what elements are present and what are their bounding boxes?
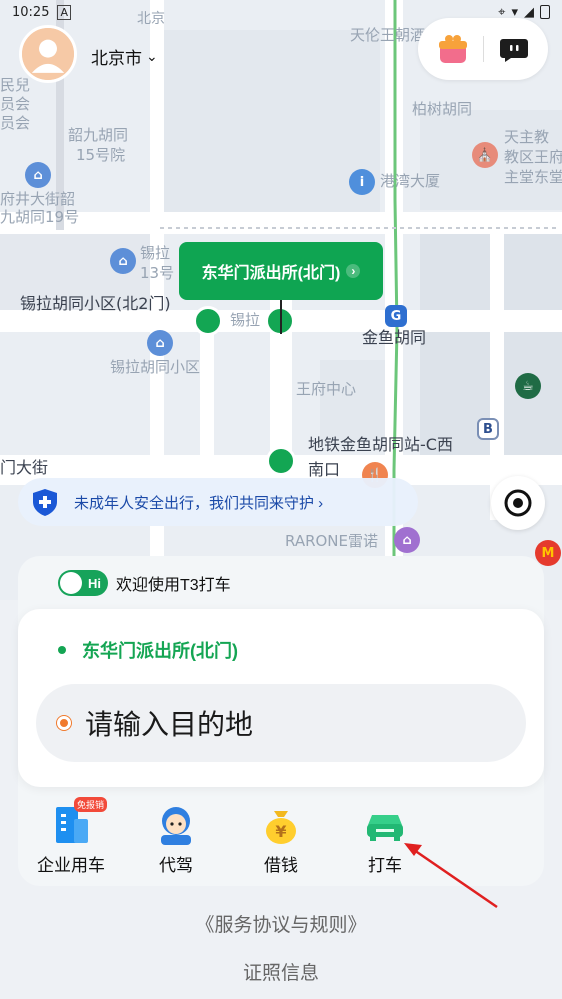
pickup-address: 东华门派出所(北门): [82, 641, 238, 661]
pickup-row[interactable]: 东华门派出所(北门): [58, 637, 238, 663]
pickup-point[interactable]: [193, 306, 223, 336]
route-card: 东华门派出所(北门) 请输入目的地: [18, 609, 544, 787]
destination-placeholder: 请输入目的地: [85, 709, 254, 740]
license-info-link[interactable]: 证照信息: [0, 958, 562, 985]
map-label: 王府中心: [296, 380, 357, 398]
bus-icon[interactable]: B: [477, 418, 499, 440]
chevron-right-icon: ›: [346, 264, 361, 278]
service-enterprise-car[interactable]: 免报销 企业用车: [26, 797, 116, 876]
destination-input[interactable]: 请输入目的地: [36, 684, 526, 762]
poi-icon[interactable]: ⌂: [147, 330, 173, 356]
service-bar: 免报销 企业用车 代驾 ¥ 借钱 打车: [18, 797, 544, 881]
money-bag-icon: ¥: [258, 801, 304, 847]
map-label: 港湾大厦: [380, 172, 441, 190]
church-icon[interactable]: ⛪: [472, 142, 498, 168]
welcome-row: Hi 欢迎使用T3打车: [58, 570, 231, 596]
locate-icon: [504, 489, 532, 517]
pickup-location-bubble[interactable]: 东华门派出所(北门) ›: [179, 242, 383, 300]
service-label: 企业用车: [37, 856, 105, 875]
pickup-pin-stem: [280, 300, 282, 334]
chevron-down-icon: ⌄: [146, 48, 158, 64]
divider: [483, 36, 485, 62]
notification-icon: A: [57, 4, 71, 20]
hi-badge-text: Hi: [88, 575, 101, 591]
map-label: 锡拉: [140, 244, 171, 262]
map-label: 韶九胡同: [68, 126, 129, 144]
map-label: 教区王府: [504, 148, 562, 166]
top-actions: [418, 18, 548, 80]
map-label: 锡拉胡同小区(北2门): [20, 294, 171, 313]
wifi-icon: ▾: [511, 4, 518, 20]
map-label: 南口: [308, 460, 341, 479]
hi-badge: Hi: [58, 570, 108, 596]
city-name: 北京市: [91, 49, 142, 68]
safety-banner-text: 未成年人安全出行，我们共同来守护 ›: [74, 494, 324, 512]
pickup-point[interactable]: [266, 446, 296, 476]
safety-banner[interactable]: 未成年人安全出行，我们共同来守护 ›: [18, 478, 418, 526]
map-label: RARONE雷诺: [285, 532, 379, 550]
map-label: 金鱼胡同: [362, 328, 427, 347]
battery-icon: [540, 5, 550, 19]
signal-icon: ◢: [524, 4, 534, 20]
service-designated-driver[interactable]: 代驾: [131, 801, 221, 876]
free-reimburse-badge: 免报销: [74, 797, 108, 812]
welcome-text: 欢迎使用T3打车: [116, 577, 231, 594]
map-label: 13号: [140, 264, 175, 282]
map-label: 柏树胡同: [412, 100, 473, 118]
map-label: 锡拉胡同小区: [110, 358, 201, 376]
user-avatar[interactable]: [19, 25, 77, 83]
booking-panel: Hi 欢迎使用T3打车 东华门派出所(北门) 请输入目的地 免报销 企业用车 代…: [18, 556, 544, 886]
chat-icon[interactable]: [499, 34, 529, 64]
map-label: 员会: [0, 114, 31, 132]
enterprise-car-icon: 免报销: [48, 797, 108, 847]
avatar-icon: [22, 28, 74, 80]
poi-icon[interactable]: ⌂: [110, 248, 136, 274]
map-label: 府井大街韶: [0, 190, 76, 208]
location-icon: ⌖: [498, 4, 506, 20]
taxi-car-icon: [362, 801, 408, 847]
designated-driver-icon: [153, 801, 199, 847]
map-label: 员会: [0, 95, 31, 113]
service-borrow-money[interactable]: ¥ 借钱: [236, 801, 326, 876]
destination-dot-icon: [57, 716, 71, 730]
pickup-location-name: 东华门派出所(北门): [201, 265, 341, 282]
status-bar: 10:25 A ⌖ ▾ ◢: [0, 0, 562, 24]
subway-icon[interactable]: G: [385, 305, 407, 327]
map-label: 15号院: [76, 146, 126, 164]
service-label: 借钱: [264, 856, 298, 875]
service-label: 打车: [368, 856, 402, 875]
shop-icon[interactable]: ⌂: [394, 527, 420, 553]
mcdonalds-icon[interactable]: M: [535, 540, 561, 566]
pickup-dot-icon: [58, 646, 66, 654]
map-label: 地铁金鱼胡同站-C西: [308, 435, 453, 454]
shield-icon: [33, 489, 57, 516]
status-time: 10:25: [12, 4, 50, 20]
poi-icon[interactable]: i: [349, 169, 375, 195]
map-label: 门大街: [0, 458, 49, 477]
map-label: 天主教: [504, 128, 550, 146]
map-label: 民兒: [0, 76, 31, 94]
service-taxi[interactable]: 打车: [340, 801, 430, 876]
svg-text:¥: ¥: [275, 822, 286, 841]
service-agreement-link[interactable]: 《服务协议与规则》: [0, 910, 562, 937]
starbucks-icon[interactable]: ☕: [515, 373, 541, 399]
poi-icon[interactable]: ⌂: [25, 162, 51, 188]
locate-button[interactable]: [491, 476, 545, 530]
map-label: 主堂东堂: [504, 168, 562, 186]
service-label: 代驾: [159, 856, 193, 875]
map-label: 锡拉: [230, 311, 261, 329]
city-selector[interactable]: 北京市 ⌄: [91, 44, 158, 69]
map-label: 九胡同19号: [0, 208, 80, 226]
gift-icon[interactable]: [437, 33, 469, 65]
